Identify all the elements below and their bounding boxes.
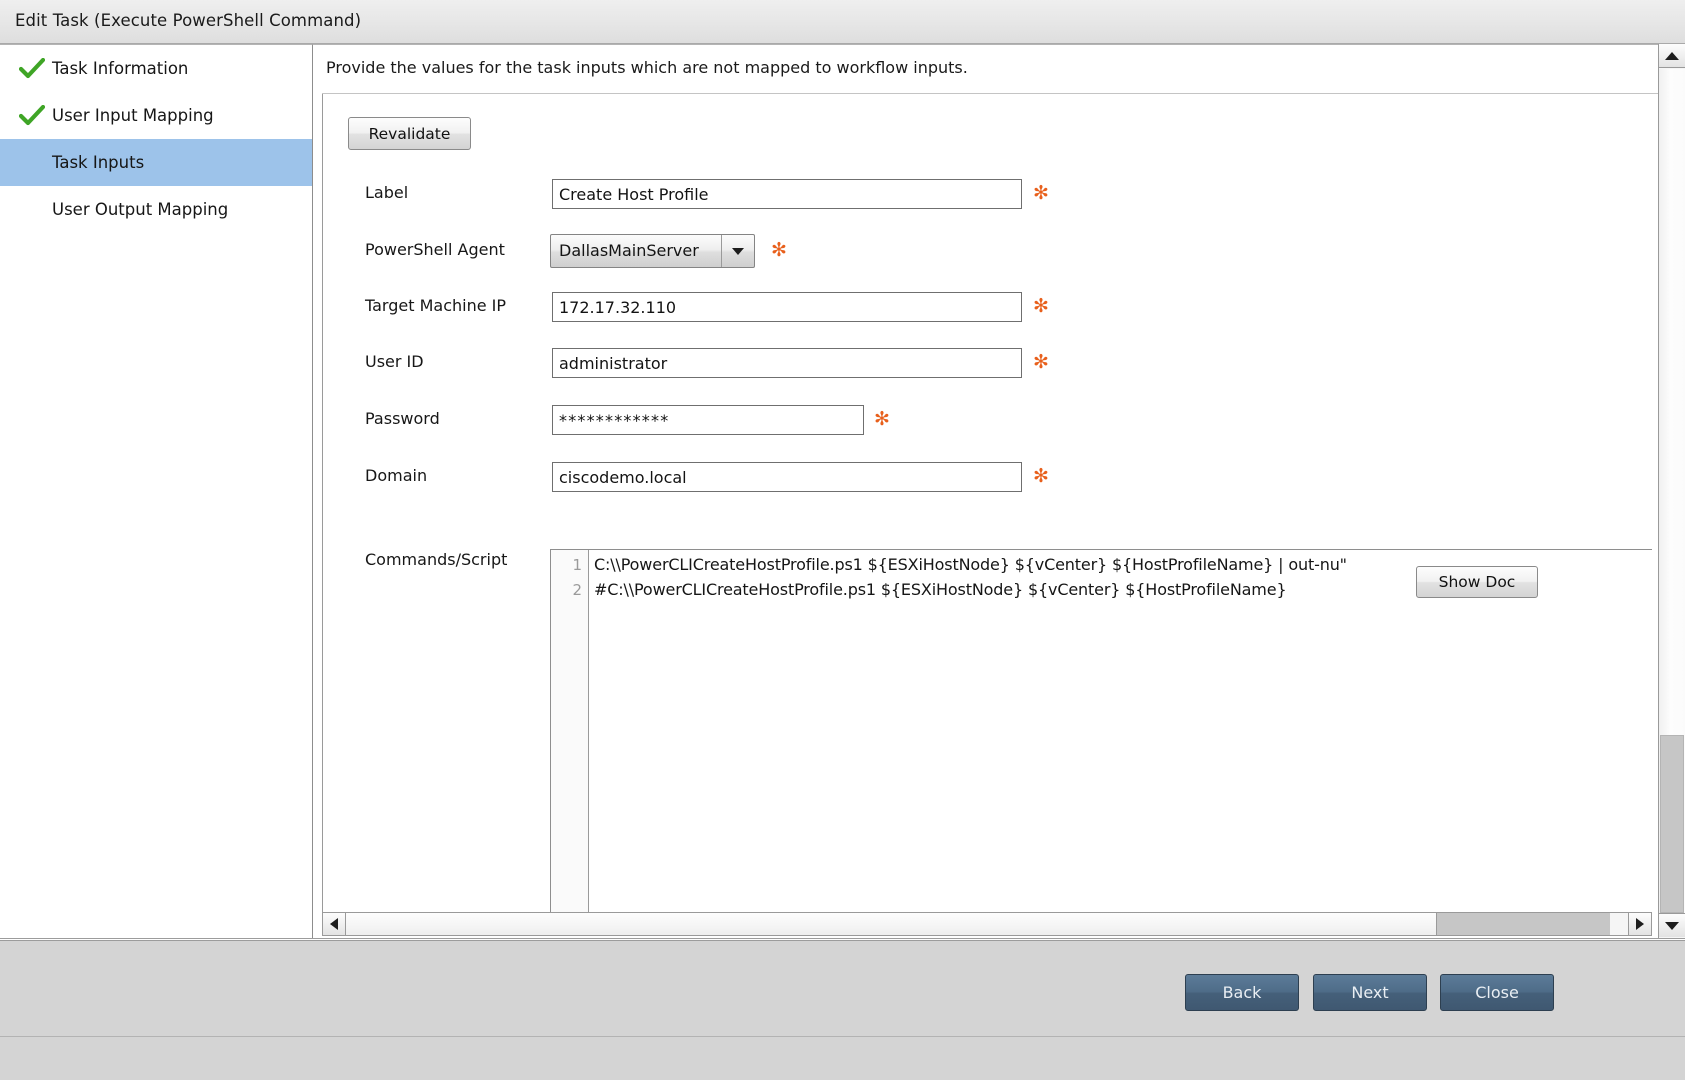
commands-script-editor[interactable]: 1 2 C:\\PowerCLICreateHostProfile.ps1 ${… <box>550 549 1652 912</box>
line-number: 1 <box>572 556 582 574</box>
show-doc-button[interactable]: Show Doc <box>1416 566 1538 598</box>
footer-divider <box>0 1036 1685 1037</box>
dialog-title: Edit Task (Execute PowerShell Command) <box>15 11 362 30</box>
vertical-scroll-thumb[interactable] <box>1660 735 1684 913</box>
sidebar-item-task-inputs[interactable]: Task Inputs <box>0 139 312 186</box>
required-asterisk: ✻ <box>771 239 787 261</box>
powershell-agent-value: DallasMainServer <box>559 241 699 260</box>
back-button[interactable]: Back <box>1185 974 1299 1011</box>
next-button[interactable]: Next <box>1313 974 1427 1011</box>
scroll-left-arrow-icon[interactable] <box>323 913 346 935</box>
field-row-password: Password ✻ <box>323 405 1652 435</box>
field-row-powershell-agent: PowerShell Agent DallasMainServer ✻ <box>323 234 1652 268</box>
horizontal-scroll-track[interactable] <box>346 913 1628 935</box>
close-button[interactable]: Close <box>1440 974 1554 1011</box>
required-asterisk: ✻ <box>1033 465 1049 487</box>
horizontal-scroll-remainder[interactable] <box>1437 913 1610 935</box>
form-scroll-viewport: Revalidate Label ✻ PowerShell Agent Dall… <box>322 94 1652 912</box>
vertical-scroll-track[interactable] <box>1659 69 1685 913</box>
scroll-up-arrow-icon[interactable] <box>1659 44 1685 68</box>
sidebar-item-user-output-mapping[interactable]: User Output Mapping <box>0 186 312 233</box>
code-line: C:\\PowerCLICreateHostProfile.ps1 ${ESXi… <box>594 555 1347 574</box>
sidebar-item-user-input-mapping[interactable]: User Input Mapping <box>0 92 312 139</box>
required-asterisk: ✻ <box>874 408 890 430</box>
scroll-down-arrow-icon[interactable] <box>1659 913 1685 937</box>
sidebar-item-task-information[interactable]: Task Information <box>0 45 312 92</box>
editor-line-number-gutter: 1 2 <box>551 550 589 912</box>
powershell-agent-dropdown[interactable]: DallasMainServer <box>550 234 755 268</box>
sidebar-item-label: User Input Mapping <box>52 106 214 125</box>
editor-code-area[interactable]: C:\\PowerCLICreateHostProfile.ps1 ${ESXi… <box>589 550 1652 912</box>
domain-input[interactable] <box>552 462 1022 492</box>
field-label-label: Label <box>365 183 409 202</box>
target-machine-ip-input[interactable] <box>552 292 1022 322</box>
field-row-user-id: User ID ✻ <box>323 348 1652 378</box>
sidebar-item-label: User Output Mapping <box>52 200 229 219</box>
revalidate-button[interactable]: Revalidate <box>348 117 471 150</box>
footer-button-bar: Back Next Close <box>0 950 1685 1028</box>
label-input[interactable] <box>552 179 1022 209</box>
wizard-step-list: Task Information User Input Mapping Task… <box>0 44 313 939</box>
field-label-user-id: User ID <box>365 352 424 371</box>
chevron-down-icon[interactable] <box>721 235 754 267</box>
user-id-input[interactable] <box>552 348 1022 378</box>
sidebar-item-label: Task Inputs <box>52 153 145 172</box>
required-asterisk: ✻ <box>1033 182 1049 204</box>
check-icon <box>19 57 52 80</box>
pane-hint-text: Provide the values for the task inputs w… <box>326 58 968 77</box>
field-row-target-machine-ip: Target Machine IP ✻ <box>323 292 1652 322</box>
field-label-commands-script: Commands/Script <box>365 550 508 569</box>
field-label-target-machine-ip: Target Machine IP <box>365 296 507 315</box>
field-row-domain: Domain ✻ <box>323 462 1652 492</box>
dialog-vertical-scrollbar[interactable] <box>1658 44 1685 939</box>
field-label-powershell-agent: PowerShell Agent <box>365 240 505 259</box>
required-asterisk: ✻ <box>1033 295 1049 317</box>
horizontal-scroll-thumb[interactable] <box>346 913 1437 935</box>
task-inputs-pane: Provide the values for the task inputs w… <box>313 44 1685 939</box>
content-bottom-border <box>0 938 1685 939</box>
edit-task-dialog: Edit Task (Execute PowerShell Command) T… <box>0 0 1685 1080</box>
field-label-password: Password <box>365 409 440 428</box>
code-line: #C:\\PowerCLICreateHostProfile.ps1 ${ESX… <box>594 580 1287 599</box>
sidebar-item-label: Task Information <box>52 59 189 78</box>
field-label-domain: Domain <box>365 466 428 485</box>
dialog-titlebar: Edit Task (Execute PowerShell Command) <box>0 0 1685 44</box>
password-input[interactable] <box>552 405 864 435</box>
scroll-right-arrow-icon[interactable] <box>1628 913 1651 935</box>
form-horizontal-scrollbar[interactable] <box>322 912 1652 936</box>
line-number: 2 <box>572 581 582 599</box>
dialog-footer: Back Next Close <box>0 940 1685 1080</box>
check-icon <box>19 104 52 127</box>
field-row-label: Label ✻ <box>323 179 1652 209</box>
required-asterisk: ✻ <box>1033 351 1049 373</box>
